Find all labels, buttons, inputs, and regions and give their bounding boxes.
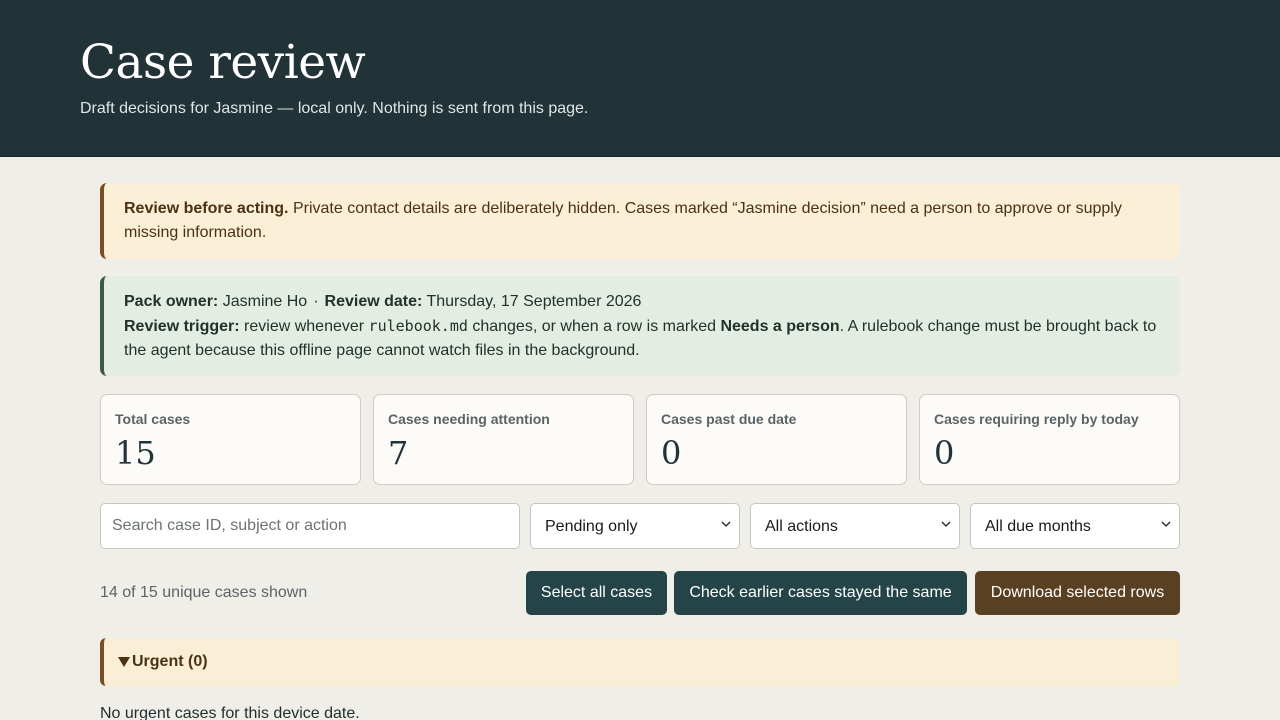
trigger-text-2: changes, or when a row is marked <box>467 318 721 335</box>
action-filter-select[interactable]: All actions <box>750 503 960 549</box>
stat-card-total: Total cases 15 <box>100 394 361 485</box>
needs-person-label: Needs a person <box>720 318 840 335</box>
download-selected-button[interactable]: Download selected rows <box>975 571 1180 615</box>
status-filter-select[interactable]: Pending only <box>530 503 740 549</box>
triangle-down-icon <box>118 657 130 667</box>
stat-value: 0 <box>661 434 682 472</box>
rulebook-filename: rulebook.md <box>368 317 468 335</box>
search-input[interactable] <box>100 503 520 549</box>
trigger-label: Review trigger: <box>124 318 240 335</box>
review-date-value: Thursday, 17 September 2026 <box>422 293 642 310</box>
stat-card-attention: Cases needing attention 7 <box>373 394 634 485</box>
pack-info-banner: Pack owner: Jasmine Ho · Review date: Thur… <box>100 276 1180 376</box>
month-filter-select[interactable]: All due months <box>970 503 1180 549</box>
review-date-label: Review date: <box>324 293 423 310</box>
chevron-down-icon <box>721 521 731 528</box>
stat-label: Cases needing attention <box>388 411 550 427</box>
review-warning-banner: Review before acting. Private contact de… <box>100 183 1180 259</box>
page-header: Case review Draft decisions for Jasmine … <box>0 0 1280 157</box>
stat-value: 0 <box>934 434 955 472</box>
stat-label: Total cases <box>115 411 191 427</box>
page-subtitle: Draft decisions for Jasmine — local only… <box>80 100 589 117</box>
owner-value: Jasmine Ho <box>218 293 308 310</box>
stat-card-reply-today: Cases requiring reply by today 0 <box>919 394 1180 485</box>
status-filter-value: Pending only <box>545 518 638 535</box>
urgent-empty-message: No urgent cases for this device date. <box>100 705 360 720</box>
page-title: Case review <box>80 35 366 90</box>
stat-label: Cases past due date <box>661 411 797 427</box>
stat-label: Cases requiring reply by today <box>934 411 1139 427</box>
pack-info-line-1: Pack owner: Jasmine Ho · Review date: Thur… <box>124 290 1158 314</box>
stat-value: 15 <box>115 434 156 472</box>
warning-lead: Review before acting. <box>124 200 289 217</box>
cases-shown-count: 14 of 15 unique cases shown <box>100 584 308 601</box>
urgent-group-toggle[interactable]: Urgent (0) <box>100 638 1180 686</box>
select-all-button[interactable]: Select all cases <box>526 571 667 615</box>
trigger-text-1: review whenever <box>239 318 369 335</box>
urgent-group-title: Urgent (0) <box>132 653 208 670</box>
pack-info-line-2: Review trigger: review whenever rulebook… <box>124 314 1158 363</box>
stat-value: 7 <box>388 434 409 472</box>
chevron-down-icon <box>1161 521 1171 528</box>
owner-label: Pack owner: <box>124 293 219 310</box>
check-earlier-cases-button[interactable]: Check earlier cases stayed the same <box>674 571 967 615</box>
separator-dot: · <box>313 293 319 310</box>
month-filter-value: All due months <box>985 518 1091 535</box>
chevron-down-icon <box>941 521 951 528</box>
action-filter-value: All actions <box>765 518 838 535</box>
stat-card-past-due: Cases past due date 0 <box>646 394 907 485</box>
